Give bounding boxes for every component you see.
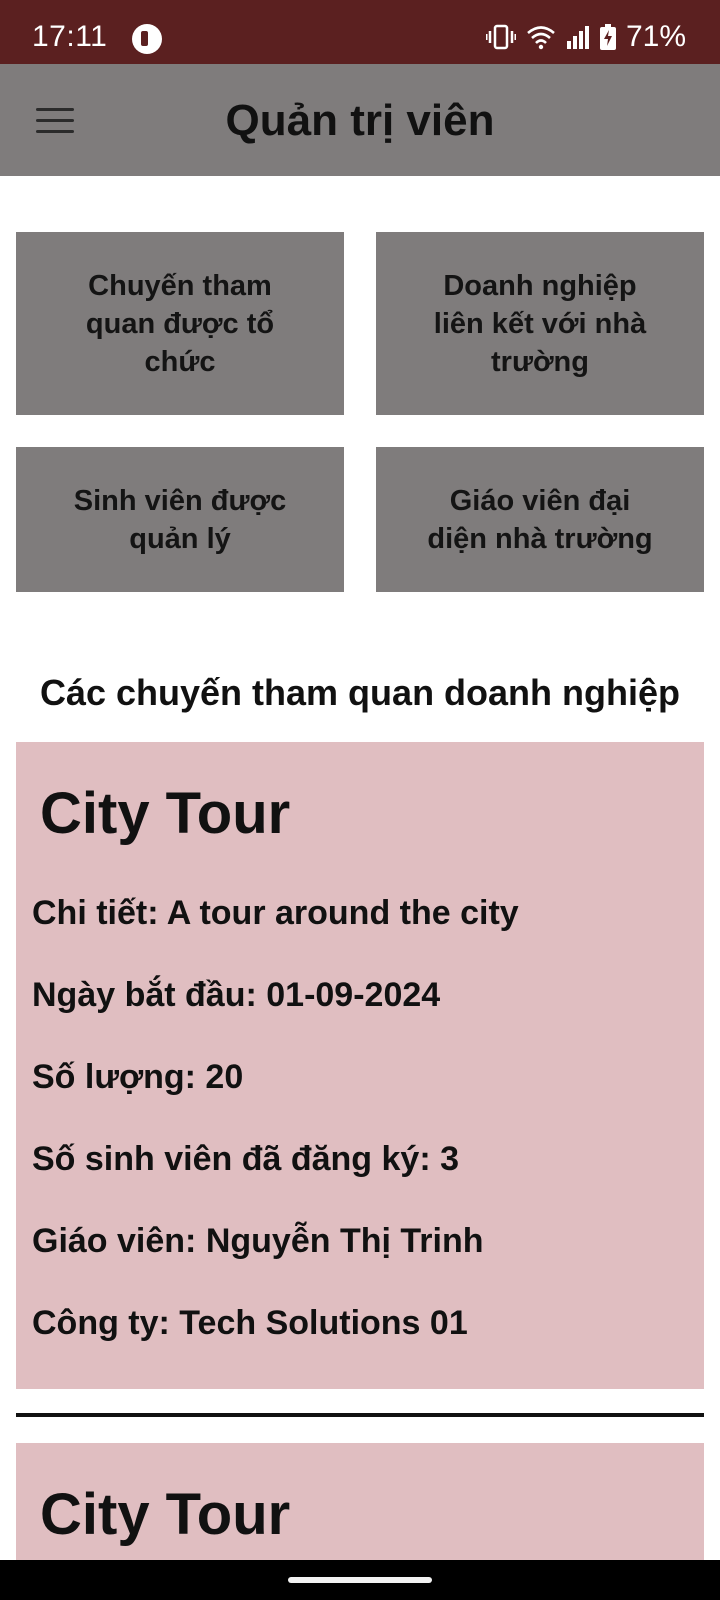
tile-label: Giáo viên đại diện nhà trường: [427, 484, 653, 555]
divider: [16, 1413, 704, 1417]
cellular-signal-icon: [566, 26, 589, 49]
app-bar: Quản trị viên: [0, 64, 720, 176]
tour-title: City Tour: [40, 1482, 291, 1547]
status-icons: 71%: [485, 20, 686, 53]
battery-percent: 71%: [625, 20, 686, 53]
wifi-icon: [527, 26, 555, 50]
tour-registered-count: Số sinh viên đã đăng ký: 3: [32, 1140, 459, 1178]
tile-label: Doanh nghiệp liên kết với nhà trường: [433, 269, 647, 378]
tour-quantity: Số lượng: 20: [32, 1058, 244, 1096]
system-nav-bar: [0, 1560, 720, 1600]
school-teachers-button[interactable]: Giáo viên đại diện nhà trường: [376, 447, 704, 592]
tour-card[interactable]: City Tour Chi tiết: A tour around the ci…: [16, 742, 704, 1389]
tour-card[interactable]: City Tour: [16, 1443, 704, 1560]
status-time: 17:11: [32, 20, 108, 53]
tour-details: Chi tiết: A tour around the city: [32, 894, 519, 932]
tour-start-date: Ngày bắt đầu: 01-09-2024: [32, 976, 441, 1014]
tour-company: Công ty: Tech Solutions 01: [32, 1304, 468, 1342]
home-gesture-handle[interactable]: [288, 1577, 432, 1583]
vibrate-icon: [485, 24, 516, 50]
tile-label: Sinh viên được quản lý: [73, 484, 287, 555]
section-title: Các chuyến tham quan doanh nghiệp: [39, 672, 681, 713]
battery-charging-icon: [599, 24, 616, 50]
tile-label: Chuyến tham quan được tổ chức: [85, 269, 275, 378]
app-notification-icon: [132, 24, 162, 54]
page-title: Quản trị viên: [225, 96, 495, 145]
managed-students-button[interactable]: Sinh viên được quản lý: [16, 447, 344, 592]
status-bar: 17:11 71%: [0, 0, 720, 64]
tour-teacher: Giáo viên: Nguyễn Thị Trinh: [32, 1222, 484, 1260]
organized-tours-button[interactable]: Chuyến tham quan được tổ chức: [16, 232, 344, 415]
tour-title: City Tour: [40, 781, 291, 846]
partner-companies-button[interactable]: Doanh nghiệp liên kết với nhà trường: [376, 232, 704, 415]
